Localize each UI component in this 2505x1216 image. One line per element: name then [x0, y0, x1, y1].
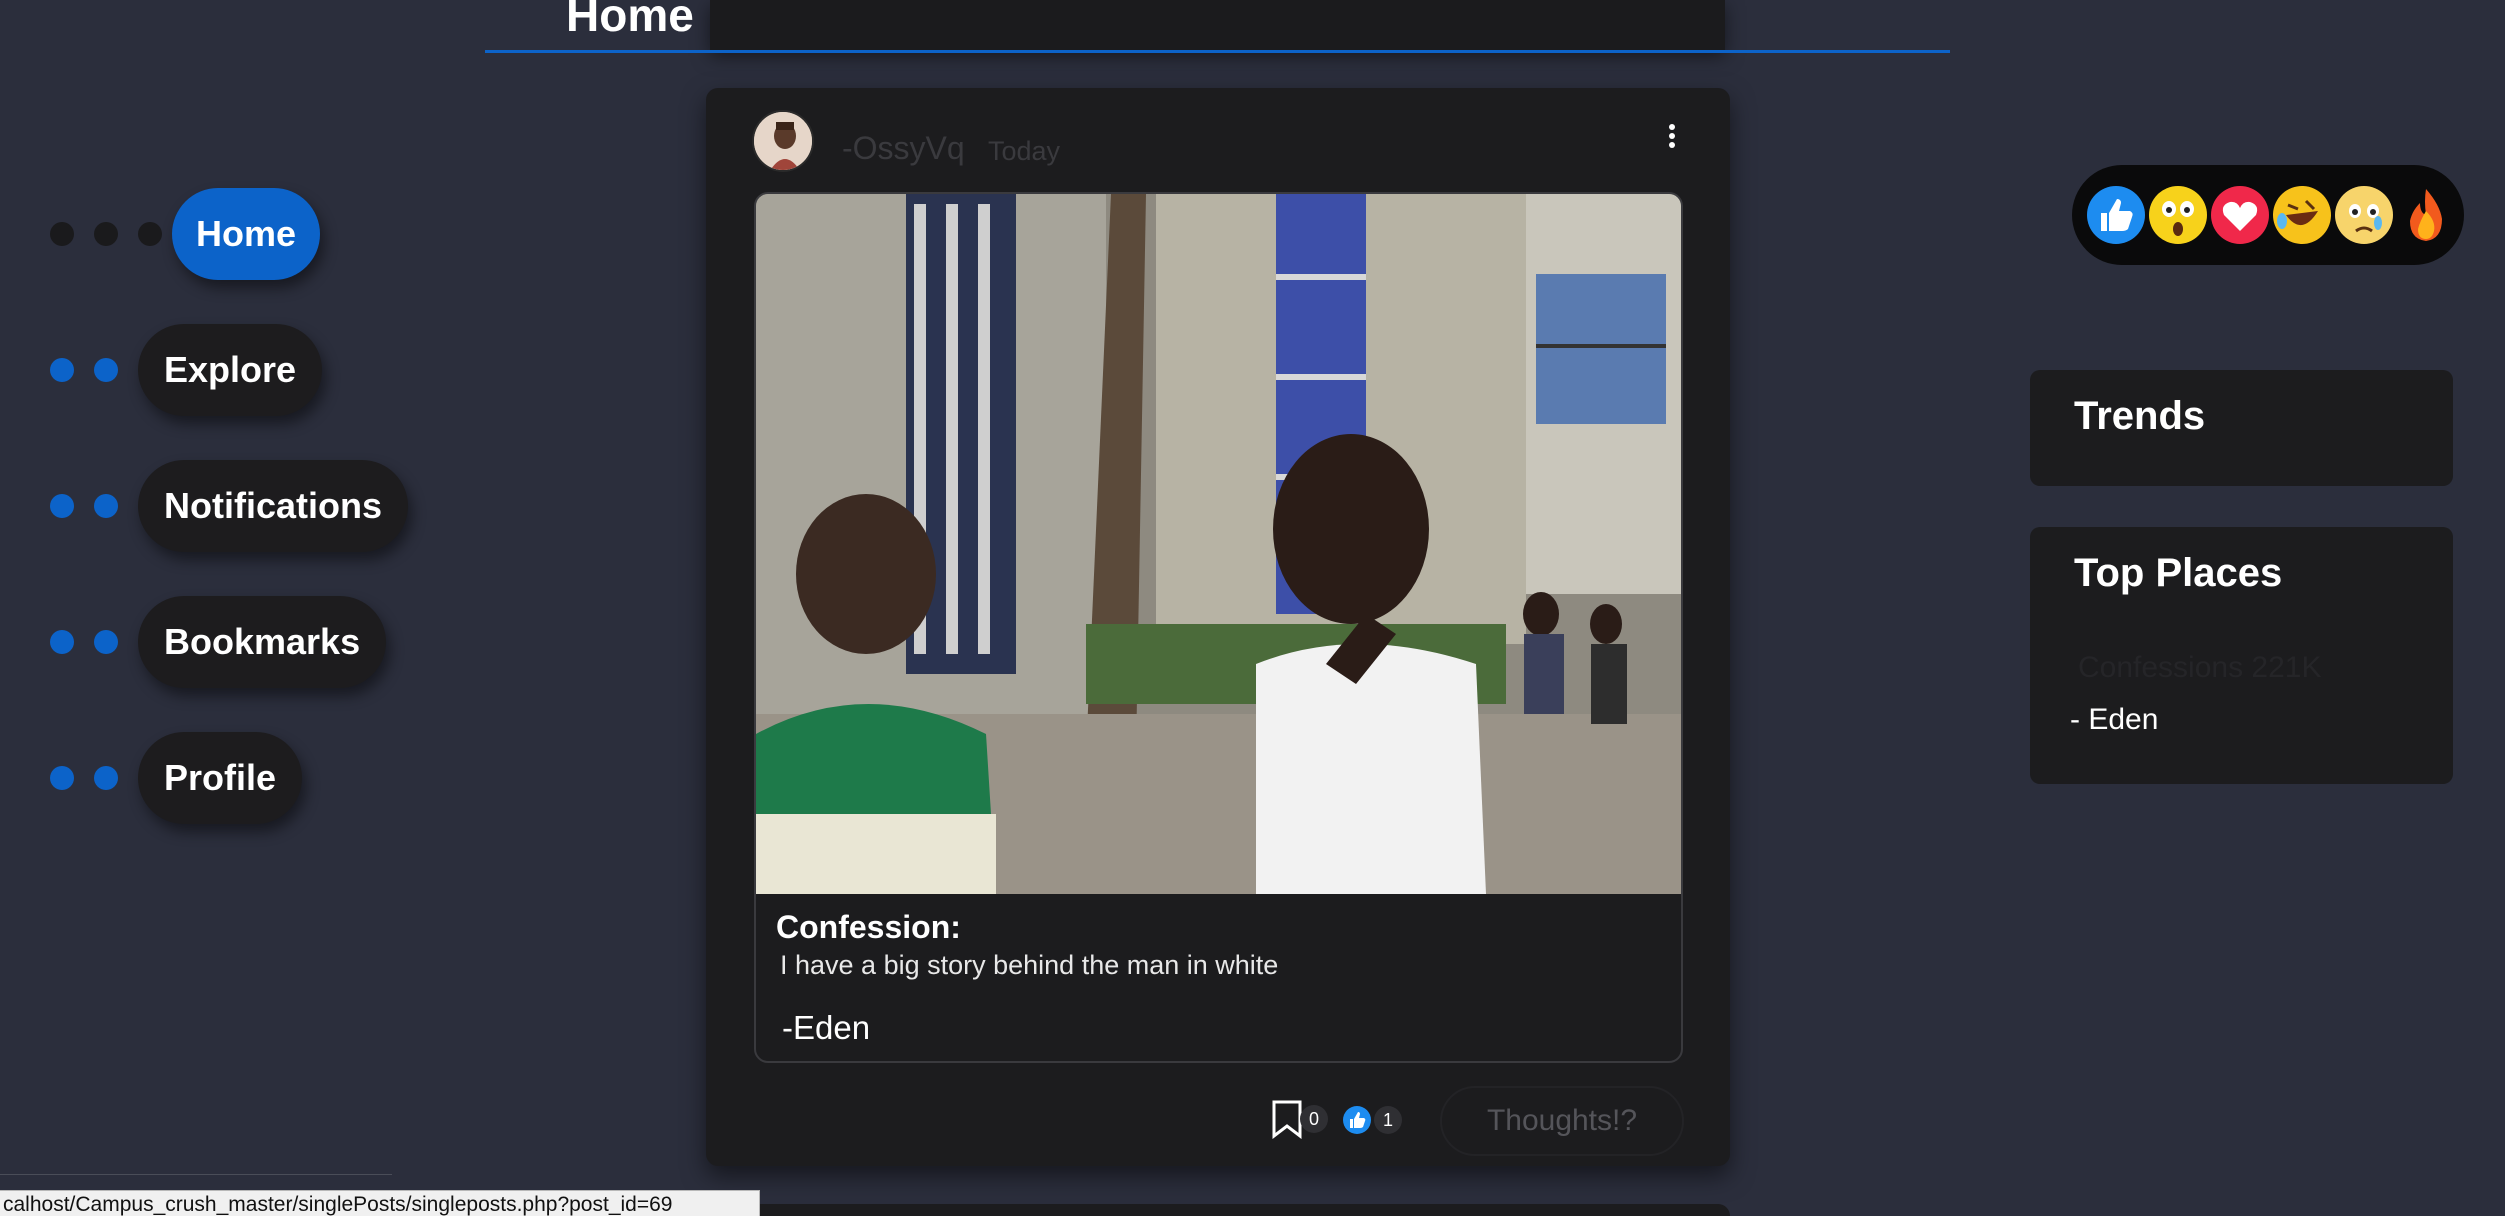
dot-indicator: [94, 630, 118, 654]
next-post-card: [706, 1204, 1730, 1216]
bookmark-button[interactable]: 0: [1270, 1096, 1330, 1142]
nav-home-button[interactable]: Home: [172, 188, 320, 280]
post-content[interactable]: Confession: I have a big story behind th…: [754, 192, 1683, 1063]
wow-reaction-icon[interactable]: [2148, 185, 2208, 245]
thumbs-up-icon: [1343, 1106, 1371, 1134]
header-bar: [710, 0, 1725, 50]
dot-indicator: [50, 766, 74, 790]
fire-reaction-icon[interactable]: [2396, 185, 2456, 245]
trends-title: Trends: [2074, 394, 2206, 438]
nav-explore-button[interactable]: Explore: [138, 324, 323, 416]
page-title: Home: [566, 0, 694, 41]
avatar-image: [754, 112, 812, 170]
status-bar-url: calhost/Campus_crush_master/singlePosts/…: [0, 1190, 760, 1216]
confession-text: I have a big story behind the man in whi…: [780, 950, 1279, 980]
thoughts-button[interactable]: Thoughts!?: [1440, 1086, 1684, 1156]
dot-indicator: [94, 358, 118, 382]
bookmark-icon: [1272, 1100, 1302, 1139]
laugh-reaction-icon[interactable]: [2272, 185, 2332, 245]
post-timestamp: Today: [988, 136, 1061, 166]
nav-item-bookmarks[interactable]: Bookmarks: [50, 596, 387, 688]
top-places-title: Top Places: [2074, 551, 2283, 595]
like-reaction-icon[interactable]: [2086, 185, 2146, 245]
dot-indicator: [94, 494, 118, 518]
dot-indicator: [138, 222, 162, 246]
dot-indicator: [50, 494, 74, 518]
confession-signature: -Eden: [782, 1009, 871, 1046]
post-username[interactable]: -OssyVq: [842, 130, 965, 167]
dot-indicator: [50, 358, 74, 382]
top-places-item[interactable]: - Eden: [2070, 703, 2158, 737]
nav-bookmarks-button[interactable]: Bookmarks: [138, 596, 387, 688]
nav-item-notifications[interactable]: Notifications: [50, 460, 409, 552]
nav-notifications-button[interactable]: Notifications: [138, 460, 409, 552]
avatar[interactable]: [752, 110, 814, 172]
nav-item-profile[interactable]: Profile: [50, 732, 303, 824]
sad-reaction-icon[interactable]: [2334, 185, 2394, 245]
nav-item-explore[interactable]: Explore: [50, 324, 323, 416]
status-divider: [0, 1174, 392, 1175]
like-button[interactable]: 1: [1342, 1098, 1412, 1142]
trends-panel: Trends: [2030, 370, 2453, 486]
love-reaction-icon[interactable]: [2210, 185, 2270, 245]
more-options-icon[interactable]: [1666, 124, 1678, 150]
nav-profile-button[interactable]: Profile: [138, 732, 303, 824]
dot-indicator: [94, 222, 118, 246]
bookmark-count: 0: [1300, 1105, 1328, 1133]
dot-indicator: [50, 222, 74, 246]
like-count: 1: [1374, 1106, 1402, 1134]
reaction-bar: [2072, 165, 2464, 265]
post-image: [756, 194, 1681, 894]
top-places-panel: Top Places Confessions 221K - Eden: [2030, 527, 2453, 784]
confession-label: Confession:: [776, 909, 961, 945]
dot-indicator: [50, 630, 74, 654]
dot-indicator: [94, 766, 118, 790]
nav-item-home[interactable]: Home: [50, 188, 320, 280]
top-places-faded-item[interactable]: Confessions 221K: [2078, 651, 2322, 685]
post-actions: 0 1 Thoughts!?: [706, 1086, 1730, 1156]
header-divider: [485, 50, 1950, 53]
post-card: -OssyVq Today Confession: I have a big s…: [706, 88, 1730, 1166]
